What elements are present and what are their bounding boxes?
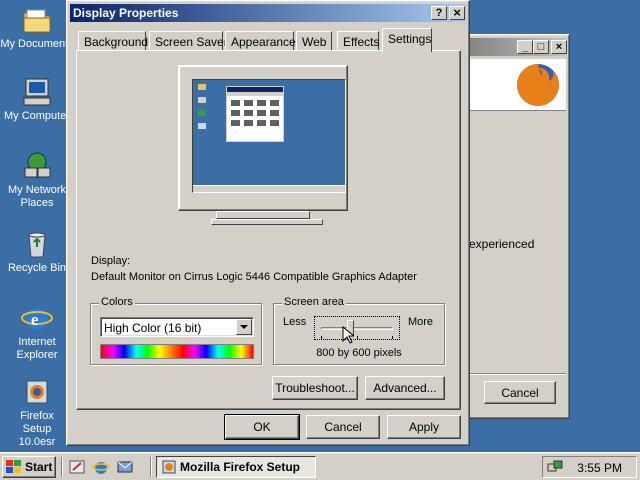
display-properties-dialog: Display Properties ? × Background Screen…: [66, 0, 470, 446]
folder-icon: [21, 4, 53, 36]
start-label: Start: [25, 460, 53, 474]
mini-taskbar: [193, 185, 345, 192]
quick-launch: [68, 458, 134, 476]
tab-settings[interactable]: Settings: [382, 28, 432, 52]
minimize-button[interactable]: _: [517, 40, 533, 54]
display-adapter-text: Default Monitor on Cirrus Logic 5446 Com…: [91, 271, 417, 283]
firefox-setup-cancel-button[interactable]: Cancel: [484, 381, 556, 404]
cancel-button[interactable]: Cancel: [306, 415, 380, 439]
mini-desktop-icon: [198, 110, 206, 116]
troubleshoot-button[interactable]: Troubleshoot...: [272, 376, 358, 400]
color-depth-select[interactable]: High Color (16 bit): [100, 317, 254, 337]
desktop-icon-label: Internet Explorer: [16, 336, 58, 361]
firefox-setup-header: [462, 59, 566, 111]
mini-window: [226, 86, 284, 142]
start-button[interactable]: Start: [2, 456, 56, 478]
monitor-preview: [178, 65, 348, 211]
screen-area-groupbox: Screen area Less More 800 by 600 pixels: [273, 296, 445, 365]
colors-groupbox: Colors High Color (16 bit): [90, 296, 262, 365]
internet-explorer-icon[interactable]: [92, 458, 110, 476]
more-label: More: [407, 316, 433, 328]
windows-logo-icon: [6, 460, 22, 474]
desktop-icon-label: My Network Places: [7, 184, 67, 209]
slider-tick: [321, 336, 322, 339]
network-icon: [21, 150, 53, 182]
tab-screen-saver[interactable]: Screen Saver: [149, 31, 228, 51]
resolution-slider[interactable]: [314, 316, 400, 340]
mini-desktop-icon: [198, 84, 206, 90]
clock[interactable]: 3:55 PM: [577, 461, 622, 475]
slider-track: [321, 327, 393, 330]
desktop-icon-label: Firefox Setup 10.0esr: [18, 410, 56, 448]
firefox-setup-window: _ □ × experienced Cancel: [458, 34, 570, 419]
firefox-logo-icon: [514, 61, 562, 112]
desktop-icon-firefox-setup[interactable]: Firefox Setup 10.0esr: [0, 376, 74, 449]
dropdown-button[interactable]: [236, 319, 252, 335]
firefox-setup-text: experienced: [469, 237, 535, 251]
dialog-title: Display Properties: [73, 6, 179, 20]
mini-desktop-icon: [198, 123, 206, 129]
outlook-express-icon[interactable]: [116, 458, 134, 476]
internet-explorer-icon: e: [21, 302, 53, 334]
taskbar-separator: [150, 457, 152, 477]
desktop-icon-label: My Documents: [0, 38, 74, 50]
color-spectrum-bar: [100, 344, 254, 359]
system-tray: 3:55 PM: [542, 456, 637, 478]
task-label: Mozilla Firefox Setup: [180, 460, 301, 474]
tab-background[interactable]: Background: [78, 31, 148, 51]
tab-effects[interactable]: Effects: [337, 31, 379, 51]
desktop-icon-label: My Computer: [3, 110, 71, 122]
show-desktop-icon[interactable]: [68, 458, 86, 476]
resolution-text: 800 by 600 pixels: [316, 347, 402, 359]
desktop-icon-recycle-bin[interactable]: Recycle Bin: [0, 228, 74, 274]
tab-web[interactable]: Web: [296, 31, 332, 51]
desktop-icon-my-documents[interactable]: My Documents: [0, 4, 74, 50]
svg-text:e: e: [31, 310, 39, 329]
settings-tab-page: Display: Default Monitor on Cirrus Logic…: [76, 50, 461, 410]
desktop-icon-internet-explorer[interactable]: e Internet Explorer: [0, 302, 74, 362]
advanced-button[interactable]: Advanced...: [365, 376, 445, 400]
tab-appearance[interactable]: Appearance: [225, 31, 296, 51]
task-button-firefox-setup[interactable]: Mozilla Firefox Setup: [156, 456, 316, 478]
slider-tick: [392, 336, 393, 339]
setup-icon: [161, 459, 177, 475]
dialog-titlebar[interactable]: Display Properties: [70, 4, 466, 22]
setup-icon: [21, 376, 53, 408]
slider-tick: [357, 336, 358, 339]
colors-group-label: Colors: [99, 296, 135, 308]
mini-desktop-icon: [198, 97, 206, 103]
chevron-down-icon: [240, 325, 248, 329]
display-label: Display:: [91, 255, 131, 267]
monitor-stand: [216, 211, 310, 219]
computer-icon: [21, 76, 53, 108]
desktop-icon-network-places[interactable]: My Network Places: [0, 150, 74, 210]
desktop-icon-my-computer[interactable]: My Computer: [0, 76, 74, 122]
recycle-bin-icon: [21, 228, 53, 260]
color-depth-value: High Color (16 bit): [104, 321, 202, 335]
help-button[interactable]: ?: [431, 6, 447, 20]
less-label: Less: [283, 316, 307, 328]
mouse-cursor-icon: [342, 325, 356, 347]
network-tray-icon[interactable]: [547, 459, 563, 475]
monitor-base: [211, 219, 323, 225]
monitor-screen: [192, 79, 346, 193]
firefox-setup-divider: [462, 373, 566, 375]
taskbar-separator: [61, 457, 63, 477]
apply-button[interactable]: Apply: [387, 415, 461, 439]
taskbar: Start Mozilla Firefox Setup 3:55 PM: [0, 452, 640, 480]
close-button[interactable]: ×: [551, 40, 567, 54]
close-button[interactable]: ×: [449, 6, 465, 20]
screen-area-group-label: Screen area: [282, 296, 346, 308]
desktop-icon-label: Recycle Bin: [7, 262, 67, 274]
maximize-button[interactable]: □: [533, 40, 549, 54]
ok-button[interactable]: OK: [224, 414, 300, 440]
